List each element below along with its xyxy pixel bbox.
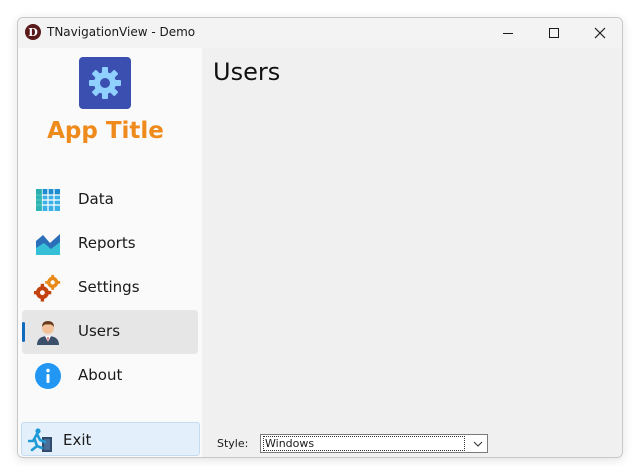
navigation-pane: App Title Data Reports Settings Users Ab… bbox=[18, 48, 202, 457]
info-icon bbox=[34, 362, 62, 390]
app-logo-gear-icon bbox=[79, 57, 131, 109]
exit-label: Exit bbox=[63, 431, 92, 449]
window-title: TNavigationView - Demo bbox=[47, 25, 196, 39]
nav-item-data[interactable]: Data bbox=[22, 178, 198, 222]
nav-item-about[interactable]: About bbox=[22, 354, 198, 398]
close-button[interactable] bbox=[577, 18, 622, 48]
chevron-down-icon[interactable] bbox=[468, 435, 487, 452]
exit-button[interactable]: Exit bbox=[21, 422, 200, 456]
page-title: Users bbox=[213, 58, 281, 86]
nav-label-settings: Settings bbox=[78, 278, 140, 296]
content-area: Users Style: Windows bbox=[202, 48, 622, 457]
style-label: Style: bbox=[217, 437, 249, 450]
app-window: D TNavigationView - Demo App Title Data … bbox=[17, 17, 623, 458]
area-chart-icon bbox=[34, 230, 62, 258]
close-icon bbox=[594, 27, 606, 39]
style-select-value: Windows bbox=[263, 436, 465, 451]
nav-label-reports: Reports bbox=[78, 234, 136, 252]
maximize-icon bbox=[549, 28, 559, 38]
nav-label-data: Data bbox=[78, 190, 114, 208]
style-select[interactable]: Windows bbox=[260, 434, 488, 453]
title-bar: D TNavigationView - Demo bbox=[18, 18, 622, 48]
delphi-app-icon: D bbox=[25, 24, 41, 40]
app-icon-letter: D bbox=[28, 25, 38, 39]
nav-label-about: About bbox=[78, 366, 123, 384]
gears-icon bbox=[34, 274, 62, 302]
minimize-icon bbox=[503, 32, 513, 34]
selection-indicator bbox=[22, 322, 25, 342]
maximize-button[interactable] bbox=[531, 18, 577, 48]
nav-item-settings[interactable]: Settings bbox=[22, 266, 198, 310]
nav-label-users: Users bbox=[78, 322, 121, 340]
nav-item-users[interactable]: Users bbox=[22, 310, 198, 354]
nav-item-reports[interactable]: Reports bbox=[22, 222, 198, 266]
data-grid-icon bbox=[34, 186, 62, 214]
user-icon bbox=[34, 318, 62, 346]
minimize-button[interactable] bbox=[485, 18, 531, 48]
exit-run-icon bbox=[27, 427, 54, 453]
app-title: App Title bbox=[47, 118, 164, 144]
